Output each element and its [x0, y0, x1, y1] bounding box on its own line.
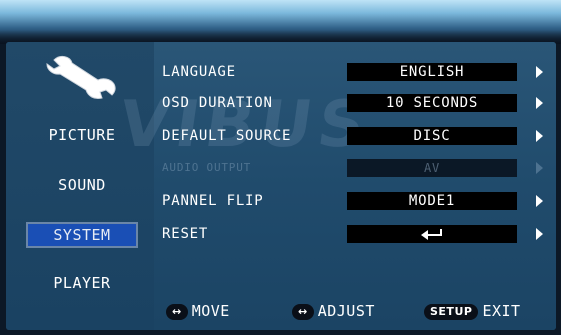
- category-system[interactable]: SYSTEM: [26, 222, 138, 248]
- osd-setup-menu: PICTURE SOUND SYSTEM PLAYER: [6, 42, 556, 330]
- return-arrow-icon: [421, 229, 442, 240]
- triangle-right-icon[interactable]: [536, 228, 543, 240]
- triangle-right-icon[interactable]: [536, 66, 543, 78]
- setting-language-label: LANGUAGE: [162, 64, 236, 80]
- setting-language-value[interactable]: ENGLISH: [347, 63, 517, 81]
- adjust-key-icon: ↔: [292, 303, 314, 320]
- footer-exit-hint: SETUP EXIT: [424, 300, 521, 322]
- footer-adjust-hint: ↔ ADJUST: [292, 300, 375, 322]
- setting-pannel-flip-value[interactable]: MODE1: [347, 192, 517, 210]
- triangle-right-icon[interactable]: [536, 97, 543, 109]
- footer-adjust-label: ADJUST: [317, 302, 375, 320]
- setting-reset-value[interactable]: [347, 225, 517, 243]
- setting-default-source-value[interactable]: DISC: [347, 127, 517, 145]
- wrench-icon: [46, 55, 116, 99]
- setting-osd-duration-value[interactable]: 10 SECONDS: [347, 94, 517, 112]
- footer-move-label: MOVE: [191, 302, 230, 320]
- setting-audio-output-label: AUDIO OUTPUT: [162, 161, 252, 174]
- category-sound[interactable]: SOUND: [26, 172, 138, 198]
- footer-move-hint: ↔ MOVE: [166, 300, 230, 322]
- triangle-right-icon: [536, 162, 543, 174]
- setting-reset-label: RESET: [162, 226, 209, 242]
- settings-panel: [154, 42, 556, 330]
- screen-bezel: [0, 0, 561, 44]
- category-player[interactable]: PLAYER: [26, 270, 138, 296]
- setup-key-icon: SETUP: [424, 303, 479, 320]
- triangle-right-icon[interactable]: [536, 130, 543, 142]
- setting-pannel-flip-label: PANNEL FLIP: [162, 193, 264, 209]
- setting-default-source-label: DEFAULT SOURCE: [162, 128, 292, 144]
- footer-exit-label: EXIT: [482, 302, 521, 320]
- setting-osd-duration-label: OSD DURATION: [162, 95, 273, 111]
- move-key-icon: ↔: [166, 303, 188, 320]
- triangle-right-icon[interactable]: [536, 195, 543, 207]
- setting-audio-output-value: AV: [347, 159, 517, 177]
- category-sidebar: PICTURE SOUND SYSTEM PLAYER: [6, 42, 154, 330]
- category-picture[interactable]: PICTURE: [26, 122, 138, 148]
